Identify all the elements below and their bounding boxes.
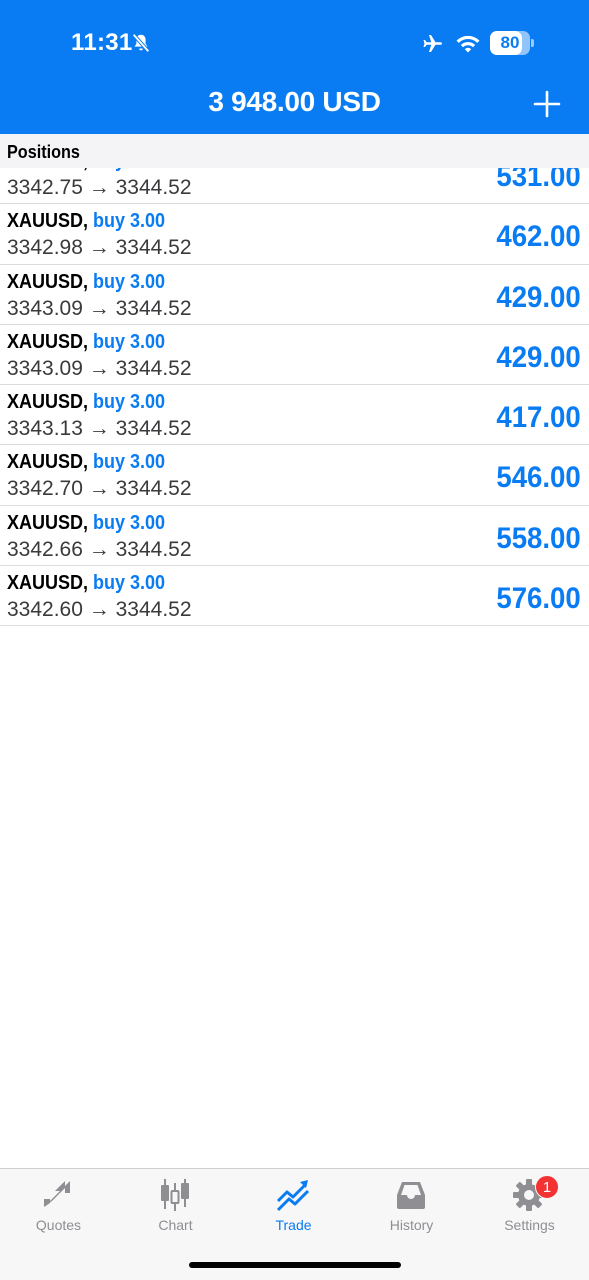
current-price: 3344.52 — [115, 477, 192, 501]
status-time: 11:31 — [71, 29, 133, 56]
position-side-volume: buy 3.00 — [93, 511, 166, 534]
position-prices: 3342.66 → 3344.52 — [7, 538, 192, 562]
position-prices: 3342.75 → 3344.52 — [7, 176, 192, 200]
app-header: 11:31 80 3 948.00 USD — [0, 0, 589, 134]
arrow-right-icon: → — [88, 537, 110, 561]
position-row[interactable]: XAUUSD, buy 3.00 3342.98 → 3344.52 462.00 — [0, 204, 589, 265]
position-profit: 462.00 — [496, 220, 581, 254]
tab-label: Trade — [275, 1217, 312, 1233]
trade-trend-icon — [276, 1180, 310, 1212]
open-price: 3343.09 — [7, 296, 83, 320]
position-symbol: XAUUSD, — [7, 451, 89, 474]
current-price: 3344.52 — [115, 236, 192, 260]
position-side-volume: buy 3.00 — [93, 330, 166, 353]
position-profit: 576.00 — [496, 582, 581, 616]
arrow-right-icon: → — [88, 356, 110, 380]
arrow-right-icon: → — [88, 296, 110, 320]
battery-icon: 80 — [490, 31, 534, 55]
tab-quotes[interactable]: Quotes — [0, 1169, 117, 1249]
position-side-volume: buy 3.00 — [93, 210, 166, 233]
arrow-right-icon: → — [88, 176, 110, 199]
tab-label: Chart — [158, 1217, 193, 1233]
open-price: 3342.70 — [7, 477, 83, 501]
position-symbol: XAUUSD, — [7, 511, 89, 534]
position-profit: 429.00 — [496, 340, 581, 374]
position-side-volume: buy 3.00 — [93, 391, 166, 414]
position-prices: 3342.98 → 3344.52 — [7, 236, 192, 260]
open-price: 3342.75 — [7, 176, 83, 199]
tab-chart[interactable]: Chart — [117, 1169, 234, 1249]
position-profit: 417.00 — [496, 401, 581, 435]
position-header: XAUUSD, buy 3.00 — [7, 572, 165, 595]
position-symbol: XAUUSD, — [7, 330, 89, 353]
current-price: 3344.52 — [115, 417, 192, 441]
position-side-volume: buy 3.00 — [93, 572, 166, 595]
home-indicator[interactable] — [189, 1262, 401, 1268]
airplane-icon — [423, 35, 442, 52]
positions-list[interactable]: XAUUSD, buy 3.003342.75 → 3344.52531.00X… — [0, 160, 589, 642]
position-row[interactable]: XAUUSD, buy 3.00 3343.09 → 3344.52 429.00 — [0, 324, 589, 386]
arrow-right-icon: → — [88, 598, 110, 622]
position-row[interactable]: XAUUSD, buy 3.00 3343.13 → 3344.52 417.00 — [0, 385, 589, 446]
arrow-right-icon: → — [88, 417, 110, 441]
current-price: 3344.52 — [115, 296, 192, 320]
position-prices: 3342.60 → 3344.52 — [7, 598, 192, 622]
position-row[interactable]: XAUUSD, buy 3.00 3342.66 → 3344.52 558.00 — [0, 505, 589, 567]
position-header: XAUUSD, buy 3.00 — [7, 271, 165, 294]
position-side-volume: buy 3.00 — [93, 451, 166, 474]
section-title: Positions — [7, 142, 80, 162]
inbox-tray-icon — [397, 1182, 425, 1209]
current-price: 3344.52 — [115, 356, 192, 380]
position-header: XAUUSD, buy 3.00 — [7, 391, 165, 414]
candlestick-chart-icon — [161, 1179, 189, 1211]
open-price: 3343.13 — [7, 417, 83, 441]
position-side-volume: buy 3.00 — [93, 270, 166, 293]
tab-label: Quotes — [35, 1217, 82, 1233]
open-price: 3343.09 — [7, 356, 83, 380]
notification-badge: 1 — [535, 1175, 559, 1199]
current-price: 3344.52 — [115, 598, 192, 622]
position-symbol: XAUUSD, — [7, 270, 89, 293]
position-symbol: XAUUSD, — [7, 210, 89, 233]
position-symbol: XAUUSD, — [7, 391, 89, 414]
quotes-arrows-icon — [44, 1181, 70, 1207]
tab-label: History — [389, 1217, 434, 1233]
open-price: 3342.60 — [7, 598, 83, 622]
plus-icon[interactable] — [531, 88, 563, 120]
battery-percent: 80 — [500, 33, 520, 52]
open-price: 3342.98 — [7, 236, 83, 260]
account-balance: 3 948.00 USD — [208, 86, 381, 117]
tab-settings[interactable]: 1 Settings — [471, 1169, 588, 1249]
position-profit: 546.00 — [496, 461, 581, 495]
position-header: XAUUSD, buy 3.00 — [7, 512, 165, 535]
current-price: 3344.52 — [115, 176, 192, 199]
current-price: 3344.52 — [115, 537, 192, 561]
position-header: XAUUSD, buy 3.00 — [7, 451, 165, 474]
position-prices: 3343.13 → 3344.52 — [7, 417, 192, 441]
tab-label: Settings — [504, 1217, 555, 1233]
open-price: 3342.66 — [7, 537, 83, 561]
tab-history[interactable]: History — [353, 1169, 470, 1249]
position-row[interactable]: XAUUSD, buy 3.00 3342.60 → 3344.52 576.00 — [0, 566, 589, 627]
position-prices: 3343.09 → 3344.52 — [7, 297, 192, 321]
wifi-icon — [456, 35, 480, 53]
position-profit: 558.00 — [496, 521, 581, 555]
bell-slash-icon — [132, 33, 150, 53]
section-header: Positions — [0, 134, 589, 168]
position-header: XAUUSD, buy 3.00 — [7, 210, 165, 233]
position-prices: 3342.70 → 3344.52 — [7, 477, 192, 501]
position-row[interactable]: XAUUSD, buy 3.00 3342.70 → 3344.52 546.00 — [0, 445, 589, 506]
position-row[interactable]: XAUUSD, buy 3.00 3343.09 → 3344.52 429.00 — [0, 264, 589, 325]
tab-trade[interactable]: Trade — [235, 1169, 352, 1249]
position-prices: 3343.09 → 3344.52 — [7, 357, 192, 381]
position-header: XAUUSD, buy 3.00 — [7, 331, 165, 354]
arrow-right-icon: → — [88, 236, 110, 260]
position-profit: 429.00 — [496, 280, 581, 314]
position-symbol: XAUUSD, — [7, 572, 89, 595]
arrow-right-icon: → — [88, 477, 110, 501]
